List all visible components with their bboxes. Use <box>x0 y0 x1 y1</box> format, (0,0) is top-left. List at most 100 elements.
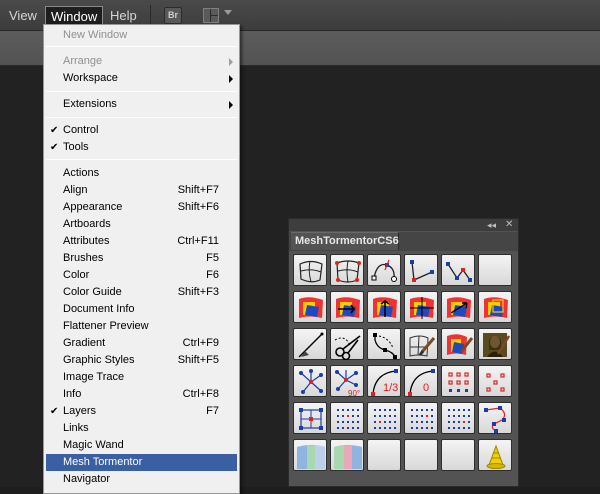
dot-grid-red-icon[interactable] <box>441 365 475 397</box>
blank-icon[interactable] <box>478 254 512 286</box>
menu-item-shortcut: F6 <box>206 269 219 281</box>
menu-item-gradient[interactable]: Gradient Ctrl+F9 <box>46 335 237 352</box>
panel-tab-mesh-tormentor[interactable]: MeshTormentorCS6 <box>291 232 399 250</box>
menu-item-color-guide[interactable]: Color Guide Shift+F3 <box>46 284 237 301</box>
checkmark-icon: ✔ <box>50 142 59 153</box>
menu-item-label: Info <box>63 388 82 400</box>
cone-icon[interactable] <box>478 439 512 471</box>
chevron-down-icon[interactable] <box>224 10 232 15</box>
menu-item-label: Mesh Tormentor <box>63 456 143 468</box>
gradient-strips-pink-icon[interactable] <box>330 439 364 471</box>
warp-grid-icon[interactable] <box>293 254 327 286</box>
menu-item-align[interactable]: Align Shift+F7 <box>46 182 237 199</box>
angle-label: 90° <box>348 389 360 397</box>
menu-item-layers[interactable]: ✔ Layers F7 <box>46 403 237 420</box>
pen-line-icon[interactable] <box>293 328 327 360</box>
menu-item-magic-wand[interactable]: Magic Wand <box>46 437 237 454</box>
bridge-button[interactable]: Br <box>164 7 182 24</box>
blank-icon[interactable] <box>441 439 475 471</box>
ratio-label: 1/3 <box>383 382 398 394</box>
menu-item-shortcut: Shift+F5 <box>177 354 219 366</box>
menu-item-artboards[interactable]: Artboards <box>46 216 237 233</box>
zero-label: 0 <box>423 382 429 394</box>
mesh-tormentor-panel: ◂◂ ✕ MeshTormentorCS6 90° 1/3 0 <box>288 218 519 487</box>
menu-item-label: Navigator <box>63 473 111 485</box>
menu-item-label: Workspace <box>63 72 118 84</box>
flag-grid-icon[interactable] <box>404 291 438 323</box>
menu-item-appearance[interactable]: Appearance Shift+F6 <box>46 199 237 216</box>
mona-lisa-icon[interactable] <box>478 328 512 360</box>
menu-item-document-info[interactable]: Document Info <box>46 301 237 318</box>
menu-item-shortcut: F7 <box>206 405 219 417</box>
menu-help[interactable]: Help <box>105 6 142 26</box>
menu-item-flattener-preview[interactable]: Flattener Preview <box>46 318 237 335</box>
blank-icon[interactable] <box>404 439 438 471</box>
menu-item-label: Extensions <box>63 98 117 110</box>
blank-icon[interactable] <box>367 439 401 471</box>
menu-item-new-window[interactable]: New Window <box>46 27 237 44</box>
node-path-corner-icon[interactable] <box>404 254 438 286</box>
dot-grid-sparse-icon[interactable] <box>478 365 512 397</box>
star-nodes-90-icon[interactable]: 90° <box>330 365 364 397</box>
node-path-open-icon[interactable] <box>441 254 475 286</box>
menu-item-extensions[interactable]: Extensions <box>46 96 237 113</box>
menu-item-info[interactable]: Info Ctrl+F8 <box>46 386 237 403</box>
menu-item-control[interactable]: ✔ Control <box>46 122 237 139</box>
menu-item-color[interactable]: Color F6 <box>46 267 237 284</box>
dot-grid-blue-icon[interactable] <box>330 402 364 434</box>
grid-brush-icon[interactable] <box>404 328 438 360</box>
menu-item-actions[interactable]: Actions <box>46 165 237 182</box>
menu-item-mesh-tormentor[interactable]: Mesh Tormentor <box>46 454 237 471</box>
flag-arrow-right-icon[interactable] <box>330 291 364 323</box>
menu-window[interactable]: Window <box>45 6 104 26</box>
menu-item-shortcut: Ctrl+F11 <box>177 235 219 247</box>
arrange-documents-icon[interactable] <box>203 8 219 23</box>
flag-warp-icon[interactable] <box>293 291 327 323</box>
dot-grid-blue-4-icon[interactable] <box>441 402 475 434</box>
window-menu: New Window Arrange Workspace Extensions … <box>43 24 240 494</box>
menubar-divider <box>150 5 151 26</box>
node-loop-icon[interactable] <box>478 402 512 434</box>
menu-view[interactable]: View <box>4 6 42 26</box>
menu-item-label: Artboards <box>63 218 111 230</box>
flag-grid-yellow-icon[interactable] <box>478 291 512 323</box>
flag-brush-icon[interactable] <box>441 328 475 360</box>
menu-item-workspace[interactable]: Workspace <box>46 70 237 87</box>
close-icon[interactable]: ✕ <box>505 219 513 231</box>
node-path-icon[interactable] <box>367 254 401 286</box>
submenu-arrow-icon <box>229 101 233 109</box>
dotted-curve-icon[interactable] <box>367 328 401 360</box>
submenu-arrow-icon <box>229 75 233 83</box>
dot-grid-blue-2-icon[interactable] <box>367 402 401 434</box>
menu-item-shortcut: F5 <box>206 252 219 264</box>
menu-item-shortcut: Shift+F6 <box>177 201 219 213</box>
menu-item-arrange[interactable]: Arrange <box>46 53 237 70</box>
menu-item-brushes[interactable]: Brushes F5 <box>46 250 237 267</box>
curve-zero-icon[interactable]: 0 <box>404 365 438 397</box>
collapse-icon[interactable]: ◂◂ <box>487 219 496 231</box>
menu-separator <box>46 117 237 118</box>
menu-item-image-trace[interactable]: Image Trace <box>46 369 237 386</box>
menu-item-label: Tools <box>63 141 89 153</box>
gradient-strips-icon[interactable] <box>293 439 327 471</box>
menu-item-tools[interactable]: ✔ Tools <box>46 139 237 156</box>
flag-arrow-up-icon[interactable] <box>367 291 401 323</box>
menu-item-label: Image Trace <box>63 371 125 383</box>
menu-item-attributes[interactable]: Attributes Ctrl+F11 <box>46 233 237 250</box>
checkmark-icon: ✔ <box>50 125 59 136</box>
menu-item-shortcut: Shift+F7 <box>177 184 219 196</box>
mesh-square-icon[interactable] <box>293 402 327 434</box>
menu-item-graphic-styles[interactable]: Graphic Styles Shift+F5 <box>46 352 237 369</box>
menu-item-navigator[interactable]: Navigator <box>46 471 237 488</box>
dot-grid-blue-3-icon[interactable] <box>404 402 438 434</box>
curve-one-third-icon[interactable]: 1/3 <box>367 365 401 397</box>
menu-item-shortcut: Shift+F3 <box>177 286 219 298</box>
scissors-icon[interactable] <box>330 328 364 360</box>
warp-grid-red-icon[interactable] <box>330 254 364 286</box>
menu-item-label: Gradient <box>63 337 106 349</box>
menu-item-links[interactable]: Links <box>46 420 237 437</box>
star-nodes-icon[interactable] <box>293 365 327 397</box>
panel-title-bar[interactable]: ◂◂ ✕ <box>289 219 518 231</box>
flag-arrows-icon[interactable] <box>441 291 475 323</box>
menu-item-label: Actions <box>63 167 100 179</box>
